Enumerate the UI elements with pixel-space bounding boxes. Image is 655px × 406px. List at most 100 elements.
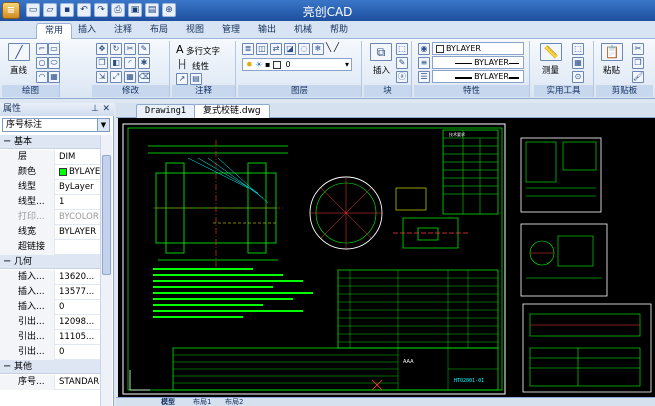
property-row[interactable]: 线型... 1 xyxy=(0,195,100,210)
trim-icon[interactable]: ✂ xyxy=(124,43,136,55)
ribbon-tab-4[interactable]: 视图 xyxy=(178,23,212,39)
property-row[interactable]: 引出... 11105... xyxy=(0,330,100,345)
color-wheel-icon[interactable]: ◉ xyxy=(418,43,430,55)
ribbon-tab-3[interactable]: 布局 xyxy=(142,23,176,39)
zoom-icon[interactable]: ⊕ xyxy=(162,3,176,17)
drawing-canvas[interactable]: 技术要求 AAA HT02001-01 xyxy=(118,118,655,397)
edit-block-icon[interactable]: ✎ xyxy=(396,57,408,69)
linetype-dropdown[interactable]: BYLAYER xyxy=(432,56,524,69)
polyline-icon[interactable]: ⌐ xyxy=(36,43,48,55)
copy-clip-icon[interactable]: ❐ xyxy=(632,57,644,69)
layer-state-icon[interactable]: ◫ xyxy=(256,43,268,55)
ribbon-tab-7[interactable]: 机械 xyxy=(286,23,320,39)
layer-freeze-icon[interactable]: ❄ xyxy=(312,43,324,55)
mtext-label[interactable]: 多行文字 xyxy=(186,45,220,57)
scale-icon[interactable]: ⤢ xyxy=(110,71,122,83)
point-style-icon[interactable]: ⊙ xyxy=(572,71,584,83)
plot-icon[interactable]: ▤ xyxy=(145,3,159,17)
leader-icon[interactable]: ↗ xyxy=(176,73,188,85)
redo-icon[interactable]: ↷ xyxy=(94,3,108,17)
table-icon[interactable]: ▤ xyxy=(190,73,202,85)
lineweight-dropdown[interactable]: BYLAYER xyxy=(432,70,524,83)
text-tool-icon[interactable]: A xyxy=(176,43,184,56)
array-icon[interactable]: ▦ xyxy=(124,71,136,83)
rotate-icon[interactable]: ↻ xyxy=(110,43,122,55)
selection-dropdown[interactable]: 序号标注 ▼ xyxy=(2,118,110,132)
preview-icon[interactable]: ▣ xyxy=(128,3,142,17)
mirror-icon[interactable]: ◧ xyxy=(110,57,122,69)
layout-tab[interactable]: 布局2 xyxy=(220,398,248,406)
property-value[interactable]: BYLAYER xyxy=(56,165,100,180)
property-row[interactable]: 插入... 13620... xyxy=(0,270,100,285)
rectangle-tool-icon[interactable]: ▭ xyxy=(48,43,60,55)
ellipse-tool-icon[interactable]: ⬭ xyxy=(48,57,60,69)
lineweight-icon[interactable]: ☰ xyxy=(418,71,430,83)
property-value[interactable]: 13577... xyxy=(56,285,100,300)
line-tool-icon[interactable]: ╱ xyxy=(8,43,30,61)
property-value[interactable]: 0 xyxy=(56,300,100,315)
document-tab[interactable]: Drawing1 xyxy=(136,104,195,118)
linear-dim-label[interactable]: 线性 xyxy=(192,60,209,72)
match-prop-icon[interactable]: 🖌 xyxy=(632,71,644,83)
ribbon-tab-1[interactable]: 插入 xyxy=(70,23,104,39)
property-row[interactable]: 颜色 BYLAYER xyxy=(0,165,100,180)
property-value[interactable]: 0 xyxy=(56,345,100,360)
erase-icon[interactable]: ⌫ xyxy=(138,71,150,83)
property-row[interactable]: 引出... 12098... xyxy=(0,315,100,330)
dimension-icon[interactable]: ├┤ xyxy=(177,60,187,70)
open-icon[interactable]: ▱ xyxy=(43,3,57,17)
layer-dropdown[interactable]: ✹ ☀ ▪ 0 ▾ xyxy=(242,58,352,71)
explode-icon[interactable]: ✱ xyxy=(138,57,150,69)
layout-tab[interactable]: 模型 xyxy=(156,398,180,406)
new-icon[interactable]: ▭ xyxy=(26,3,40,17)
property-section-header[interactable]: 其他 xyxy=(0,360,100,374)
layer-tool-line-icon[interactable]: ╲ ╱ xyxy=(326,43,339,53)
attribute-icon[interactable]: ⓐ xyxy=(396,71,408,83)
print-icon[interactable]: ⎙ xyxy=(111,3,125,17)
property-value[interactable]: 12098... xyxy=(56,315,100,330)
ribbon-tab-8[interactable]: 帮助 xyxy=(322,23,356,39)
document-tab[interactable]: 复式校链.dwg xyxy=(194,104,270,118)
property-value[interactable]: 13620... xyxy=(56,270,100,285)
paste-icon[interactable]: 📋 xyxy=(601,43,623,61)
insert-block-icon[interactable]: ⧉ xyxy=(370,43,392,61)
property-value[interactable]: BYLAYER xyxy=(56,225,100,240)
save-icon[interactable]: ▪ xyxy=(60,3,74,17)
property-section-header[interactable]: 几何 xyxy=(0,255,100,269)
layer-iso-icon[interactable]: ◪ xyxy=(284,43,296,55)
property-value[interactable] xyxy=(56,240,100,255)
pin-icon[interactable]: ⊥ xyxy=(91,104,99,114)
property-row[interactable]: 线型 ByLayer xyxy=(0,180,100,195)
property-section-header[interactable]: 基本 xyxy=(0,135,100,149)
properties-scrollbar[interactable] xyxy=(100,135,112,406)
hatch-tool-icon[interactable]: ▦ xyxy=(48,71,60,83)
property-row[interactable]: 插入... 13577... xyxy=(0,285,100,300)
create-block-icon[interactable]: ⬚ xyxy=(396,43,408,55)
property-row[interactable]: 序号...STANDARD xyxy=(0,375,100,390)
fillet-icon[interactable]: ◜ xyxy=(124,57,136,69)
property-value[interactable]: ByLayer xyxy=(56,180,100,195)
ribbon-tab-0[interactable]: 常用 xyxy=(36,23,73,39)
quick-calc-icon[interactable]: ▦ xyxy=(572,57,584,69)
property-row[interactable]: 插入... 0 xyxy=(0,300,100,315)
insert-label[interactable]: 插入 xyxy=(373,64,390,76)
select-similar-icon[interactable]: ⬚ xyxy=(572,43,584,55)
ribbon-tab-6[interactable]: 输出 xyxy=(250,23,284,39)
color-dropdown[interactable]: BYLAYER xyxy=(432,42,524,55)
layer-match-icon[interactable]: ⇄ xyxy=(270,43,282,55)
layer-off-icon[interactable]: ◌ xyxy=(298,43,310,55)
arc-tool-icon[interactable]: ◠ xyxy=(36,71,48,83)
stretch-icon[interactable]: ⇲ xyxy=(96,71,108,83)
property-value[interactable]: DIM xyxy=(56,150,100,165)
undo-icon[interactable]: ↶ xyxy=(77,3,91,17)
measure-label[interactable]: 测量 xyxy=(542,64,559,76)
property-row[interactable]: 打印... BYCOLOR xyxy=(0,210,100,225)
property-value[interactable]: STANDARD xyxy=(56,375,100,390)
paste-label[interactable]: 粘贴 xyxy=(603,64,620,76)
property-row[interactable]: 线宽 BYLAYER xyxy=(0,225,100,240)
linetype-icon[interactable]: ≡ xyxy=(418,57,430,69)
cut-icon[interactable]: ✂ xyxy=(632,43,644,55)
circle-tool-icon[interactable]: ○ xyxy=(36,57,48,69)
property-value[interactable]: 11105... xyxy=(56,330,100,345)
measure-icon[interactable]: 📏 xyxy=(540,43,562,61)
